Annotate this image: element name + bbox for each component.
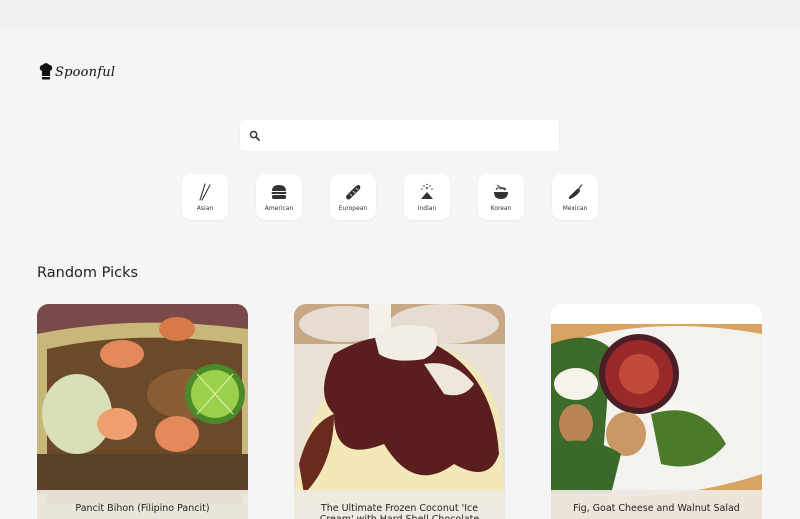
recipe-card[interactable]: Pancit Bihon (Filipino Pancit) xyxy=(37,304,248,519)
recipe-title: Pancit Bihon (Filipino Pancit) xyxy=(37,490,248,519)
category-asian[interactable]: Asian xyxy=(182,174,228,220)
top-bar xyxy=(0,0,800,27)
search-bar[interactable] xyxy=(240,120,559,151)
baguette-icon xyxy=(346,184,361,199)
spice-icon xyxy=(421,183,433,199)
category-mexican[interactable]: Mexican xyxy=(552,174,598,220)
recipe-image xyxy=(294,304,505,519)
category-indian[interactable]: Indian xyxy=(404,174,450,220)
category-label: European xyxy=(338,204,368,212)
chopsticks-icon xyxy=(199,182,211,201)
category-list: Asian American European Indian Korean Me… xyxy=(182,174,598,220)
recipe-card[interactable]: Fig, Goat Cheese and Walnut Salad xyxy=(551,304,762,519)
category-label: Asian xyxy=(196,204,214,212)
category-label: Mexican xyxy=(562,204,588,212)
recipe-title: The Ultimate Frozen Coconut 'Ice Cream' … xyxy=(294,490,505,519)
recipe-image xyxy=(37,304,248,519)
search-icon xyxy=(249,130,260,141)
category-korean[interactable]: Korean xyxy=(478,174,524,220)
category-label: Indian xyxy=(417,204,437,212)
chili-pepper-icon xyxy=(568,183,583,199)
recipe-image xyxy=(551,304,762,519)
category-label: Korean xyxy=(490,204,512,212)
app-logo[interactable]: Spoonful xyxy=(39,63,115,81)
section-title: Random Picks xyxy=(37,265,139,281)
category-label: American xyxy=(264,204,294,212)
recipe-card[interactable]: The Ultimate Frozen Coconut 'Ice Cream' … xyxy=(294,304,505,519)
category-american[interactable]: American xyxy=(256,174,302,220)
chef-hat-icon xyxy=(39,63,53,80)
noodle-bowl-icon xyxy=(494,184,508,199)
app-name: Spoonful xyxy=(55,64,116,80)
recipe-title: Fig, Goat Cheese and Walnut Salad xyxy=(551,490,762,519)
category-european[interactable]: European xyxy=(330,174,376,220)
search-input[interactable] xyxy=(266,123,546,148)
burger-icon xyxy=(271,184,287,199)
